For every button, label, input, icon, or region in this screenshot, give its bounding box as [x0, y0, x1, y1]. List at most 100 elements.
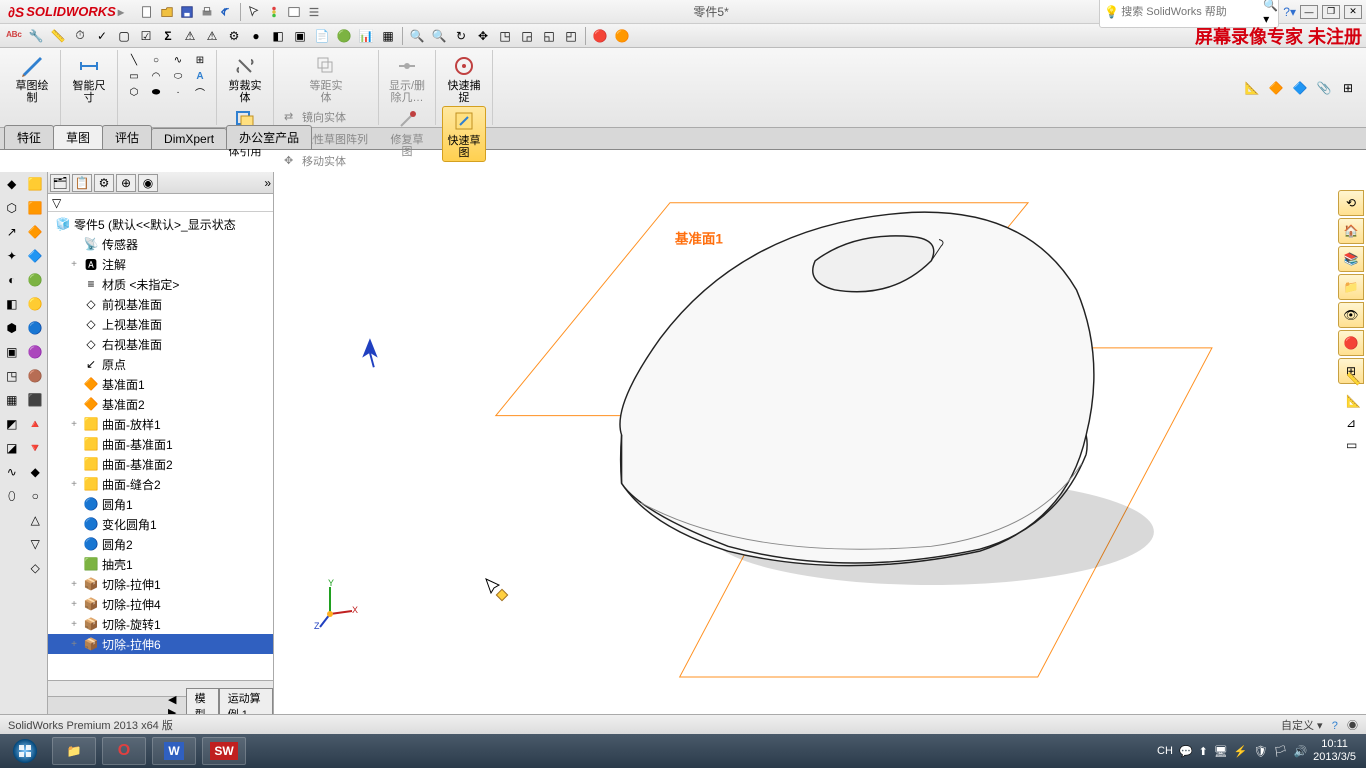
tree-item[interactable]: +📦切除-拉伸4	[48, 594, 273, 614]
left-tool-7[interactable]: ▣	[2, 342, 22, 362]
ime-indicator[interactable]: CH	[1157, 745, 1173, 757]
arc-button[interactable]: ◠	[146, 68, 166, 84]
taskbar-opera[interactable]: O	[102, 737, 146, 765]
ellipse-button[interactable]: ⬭	[168, 68, 188, 84]
fm-tab-property[interactable]: 📋	[72, 174, 92, 192]
tree-item[interactable]: +📦切除-旋转1	[48, 614, 273, 634]
restore-button[interactable]: ❐	[1322, 5, 1340, 19]
circle-button[interactable]: ○	[146, 52, 166, 68]
fm-tab-display[interactable]: ◉	[138, 174, 158, 192]
tree-item[interactable]: ≡材质 <未指定>	[48, 274, 273, 294]
tool-icon[interactable]: 🔧	[26, 26, 46, 46]
left-tool-8[interactable]: ◳	[2, 366, 22, 386]
grid-button[interactable]: ⊞	[190, 52, 210, 68]
left-tool-5[interactable]: ◧	[2, 294, 22, 314]
left-tool-10[interactable]: ◩	[2, 414, 22, 434]
scene-icon[interactable]: 🟠	[612, 26, 632, 46]
repair-button[interactable]: 修复草图	[385, 106, 429, 160]
tree-item[interactable]: +🟨曲面-缝合2	[48, 474, 273, 494]
warn-icon[interactable]: ⚠	[180, 26, 200, 46]
quick-snap-button[interactable]: 快速捕捉	[442, 52, 486, 106]
sphere-icon[interactable]: ●	[246, 26, 266, 46]
spellcheck-icon[interactable]: ᴬᴮᶜ	[4, 26, 24, 46]
tree-item[interactable]: 🔵圆角2	[48, 534, 273, 554]
show-delete-button[interactable]: 显示/删除几…	[385, 52, 429, 106]
traffic-button[interactable]	[265, 3, 283, 21]
appearance-icon[interactable]: 🔴	[590, 26, 610, 46]
left-tool-13[interactable]: ⬯	[2, 486, 22, 506]
cmd-tab-1[interactable]: 草图	[53, 125, 103, 149]
point-button[interactable]: ·	[168, 84, 188, 100]
warn2-icon[interactable]: ⚠	[202, 26, 222, 46]
tree-item[interactable]: ↙原点	[48, 354, 273, 374]
taskbar-solidworks[interactable]: SW	[202, 737, 246, 765]
print-button[interactable]	[198, 3, 216, 21]
box-icon[interactable]: ▣	[290, 26, 310, 46]
measure-icon[interactable]: 📏	[48, 26, 68, 46]
left-tool2-13[interactable]: ○	[25, 486, 45, 506]
ribbon-btn3[interactable]: 🔷	[1290, 78, 1310, 98]
tree-root[interactable]: 🧊 零件5 (默认<<默认>_显示状态	[48, 214, 273, 234]
start-button[interactable]	[4, 736, 46, 766]
pan-icon[interactable]: ✥	[473, 26, 493, 46]
cube1-icon[interactable]: ◳	[495, 26, 515, 46]
yellow-box-icon[interactable]: ▢	[114, 26, 134, 46]
tray-icon[interactable]: 🛡	[1254, 745, 1268, 758]
cube2-icon[interactable]: ◲	[517, 26, 537, 46]
nav-arrow-icon[interactable]	[362, 338, 377, 367]
check2-icon[interactable]: ☑	[136, 26, 156, 46]
left-tool2-2[interactable]: 🔶	[25, 222, 45, 242]
left-tool2-8[interactable]: 🟤	[25, 366, 45, 386]
trim-button[interactable]: 剪裁实体	[223, 52, 267, 106]
fm-filter[interactable]: ▽	[48, 194, 273, 212]
zoom-fit-icon[interactable]: 🔍	[407, 26, 427, 46]
line-button[interactable]: ╲	[124, 52, 144, 68]
left-tool-12[interactable]: ∿	[2, 462, 22, 482]
tree-item[interactable]: ◇上视基准面	[48, 314, 273, 334]
left-tool2-6[interactable]: 🔵	[25, 318, 45, 338]
status-help-icon[interactable]: ?	[1332, 720, 1338, 732]
tree-item[interactable]: 🔵圆角1	[48, 494, 273, 514]
fillet-button[interactable]: ⌒	[190, 84, 210, 100]
minimize-button[interactable]: —	[1300, 5, 1318, 19]
left-tool2-0[interactable]: 🟨	[25, 174, 45, 194]
list-button[interactable]	[305, 3, 323, 21]
left-tool2-14[interactable]: △	[25, 510, 45, 530]
spline-button[interactable]: ∿	[168, 52, 188, 68]
left-tool-6[interactable]: ⬢	[2, 318, 22, 338]
ribbon-btn2[interactable]: 🔶	[1266, 78, 1286, 98]
sum-icon[interactable]: Σ	[158, 26, 178, 46]
cmd-tab-4[interactable]: 办公室产品	[226, 125, 312, 149]
view-icon[interactable]: ◱	[539, 26, 559, 46]
status-right[interactable]: 自定义	[1281, 720, 1314, 732]
ribbon-btn5[interactable]: ⊞	[1338, 78, 1358, 98]
tray-icon[interactable]: 💬	[1179, 745, 1193, 758]
left-tool-4[interactable]: ◐	[2, 270, 22, 290]
rotate-icon[interactable]: ↻	[451, 26, 471, 46]
graphics-viewport[interactable]: 🔍 🔎 ↩ ◫ 📦▾ ◳▾ 👁▾ 🔴▾ 🌅▾ 🖥 ◫ ◫ — ❐ ✕ ⟲ 🏠 📚…	[274, 172, 1366, 714]
model-body[interactable]	[620, 212, 1094, 566]
feature-tree[interactable]: 🧊 零件5 (默认<<默认>_显示状态 📡传感器+🅰注解≡材质 <未指定>◇前视…	[48, 212, 273, 680]
left-tool2-9[interactable]: ⬛	[25, 390, 45, 410]
left-tool2-12[interactable]: ◆	[25, 462, 45, 482]
gear-icon[interactable]: ⚙	[224, 26, 244, 46]
tree-item[interactable]: ◇前视基准面	[48, 294, 273, 314]
left-tool2-5[interactable]: 🟡	[25, 294, 45, 314]
check-icon[interactable]: ✓	[92, 26, 112, 46]
tree-item[interactable]: 🔶基准面1	[48, 374, 273, 394]
tree-item[interactable]: 🟩抽壳1	[48, 554, 273, 574]
left-tool2-1[interactable]: 🟧	[25, 198, 45, 218]
left-tool2-16[interactable]: ◇	[25, 558, 45, 578]
search-input[interactable]	[1121, 6, 1263, 18]
open-button[interactable]	[158, 3, 176, 21]
save-button[interactable]	[178, 3, 196, 21]
tree-item[interactable]: +🅰注解	[48, 254, 273, 274]
chart-icon[interactable]: 📊	[356, 26, 376, 46]
left-tool2-7[interactable]: 🟣	[25, 342, 45, 362]
cmd-tab-3[interactable]: DimXpert	[151, 128, 227, 149]
left-tool2-3[interactable]: 🔷	[25, 246, 45, 266]
green-icon[interactable]: 🟢	[334, 26, 354, 46]
undo-button[interactable]	[218, 3, 236, 21]
poly-button[interactable]: ⬡	[124, 84, 144, 100]
zoom-area-icon[interactable]: 🔍	[429, 26, 449, 46]
